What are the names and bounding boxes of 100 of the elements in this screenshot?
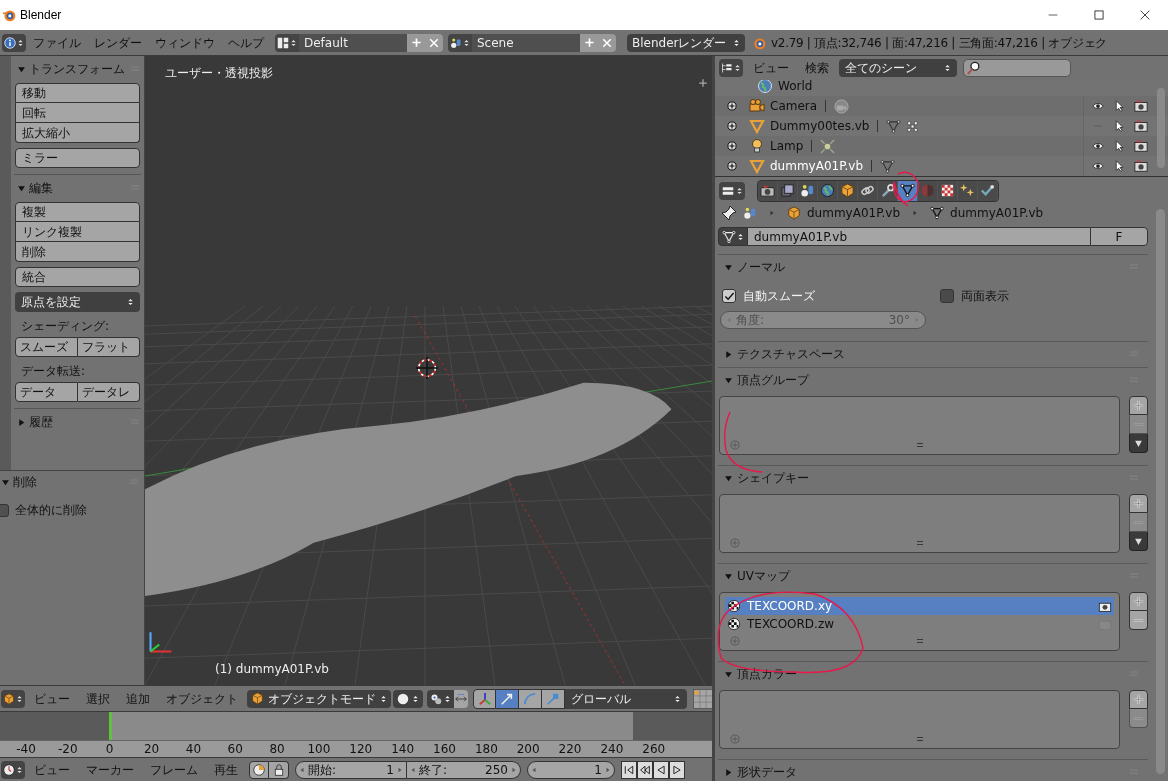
properties-tab[interactable] — [938, 180, 958, 201]
menu-item[interactable]: 追加 — [119, 689, 157, 708]
properties-tab[interactable] — [898, 180, 918, 201]
collapse-triangle-icon[interactable] — [17, 183, 26, 193]
tool-button[interactable]: データレ — [78, 382, 140, 402]
camera-icon[interactable] — [1134, 119, 1148, 133]
cursor-icon[interactable] — [1114, 120, 1126, 132]
datablock-name-field[interactable]: dummyA01P.vb — [748, 227, 1090, 246]
start-frame-field[interactable]: 開始: 1 — [295, 760, 407, 779]
menu-item[interactable]: ビュー — [27, 689, 77, 708]
collapse-triangle-icon[interactable] — [724, 375, 733, 385]
tool-button[interactable]: フラット — [78, 337, 140, 357]
panel-title[interactable]: 編集 — [29, 179, 53, 197]
add-button[interactable] — [1129, 494, 1148, 513]
properties-tab[interactable] — [978, 180, 998, 201]
shading-dropdown[interactable] — [393, 689, 423, 708]
collapse-triangle-icon[interactable] — [724, 571, 733, 581]
tool-button[interactable]: 複製 — [15, 202, 140, 222]
outliner-row[interactable]: Lamp — [715, 136, 1168, 156]
editor-type-button[interactable] — [719, 59, 743, 77]
cursor-icon[interactable] — [1114, 140, 1126, 152]
menu-button[interactable] — [1129, 434, 1148, 453]
panel-title[interactable]: シェイプキー — [737, 469, 809, 487]
tool-button[interactable]: 拡大縮小 — [15, 123, 140, 143]
scrollbar[interactable] — [1157, 88, 1165, 168]
manipulator-button[interactable] — [473, 688, 496, 709]
pivot-dropdown[interactable] — [427, 689, 454, 708]
manipulator-button[interactable] — [519, 688, 542, 709]
add-button[interactable] — [580, 33, 598, 52]
panel-title[interactable]: テクスチャスペース — [737, 345, 845, 363]
tool-button[interactable]: 統合 — [15, 267, 140, 287]
display-mode-dropdown[interactable]: 全てのシーン — [839, 59, 957, 77]
camera-icon[interactable] — [1134, 139, 1148, 153]
eye-icon[interactable] — [1090, 160, 1106, 172]
tool-button[interactable]: リンク複製 — [15, 222, 140, 242]
cursor-icon[interactable] — [1114, 100, 1126, 112]
editor-type-button[interactable] — [2, 33, 26, 52]
panel-title[interactable]: 頂点グループ — [737, 371, 809, 389]
remove-button[interactable] — [425, 33, 443, 52]
properties-tab[interactable] — [778, 180, 798, 201]
range-button[interactable] — [249, 760, 269, 779]
menu-item[interactable]: ビュー — [747, 59, 795, 77]
scrollbar[interactable] — [1156, 209, 1165, 774]
datablock-browse-button[interactable] — [718, 227, 748, 246]
tool-button[interactable]: ミラー — [15, 148, 140, 168]
menu-item[interactable]: ウィンドウ — [149, 33, 221, 52]
list-item[interactable]: TEXCOORD.zw — [725, 615, 1114, 633]
menu-item[interactable]: 再生 — [207, 760, 245, 779]
editor-type-button[interactable] — [1, 760, 25, 779]
tool-button[interactable]: データ — [15, 382, 78, 402]
remove-button[interactable] — [598, 33, 616, 52]
list-item[interactable]: TEXCOORD.xy — [725, 597, 1114, 615]
editor-type-button[interactable] — [719, 181, 745, 200]
manipulator-button[interactable] — [542, 688, 565, 709]
breadcrumb-item[interactable]: dummyA01P.vb — [950, 204, 1044, 222]
expand-triangle-icon[interactable] — [17, 417, 26, 427]
playback-button[interactable] — [637, 760, 653, 779]
current-frame-field[interactable]: 1 — [527, 760, 615, 779]
properties-tab[interactable] — [958, 180, 978, 201]
mode-dropdown[interactable]: オブジェクトモード — [247, 689, 391, 708]
layout-name-field[interactable]: Default — [299, 33, 407, 52]
orientation-dropdown[interactable]: グローバル — [565, 688, 687, 709]
camera-icon[interactable] — [1134, 99, 1148, 113]
search-field[interactable] — [963, 59, 1071, 77]
menu-item[interactable]: レンダー — [88, 33, 148, 52]
panel-title[interactable]: トランスフォーム — [29, 60, 125, 78]
playback-button[interactable] — [621, 760, 637, 779]
origin-dropdown[interactable]: 原点を設定 — [15, 292, 140, 312]
expand-triangle-icon[interactable] — [724, 349, 733, 359]
outliner-row[interactable]: Camera — [715, 96, 1168, 116]
menu-item[interactable]: オブジェクト — [159, 689, 245, 708]
playback-button[interactable] — [653, 760, 669, 779]
render-engine-dropdown[interactable]: Blenderレンダー — [627, 33, 745, 52]
fake-user-button[interactable]: F — [1090, 227, 1148, 246]
panel-title[interactable]: ノーマル — [737, 258, 785, 276]
editor-type-button[interactable] — [1, 689, 25, 708]
camera-icon[interactable] — [1134, 159, 1148, 173]
menu-item[interactable]: 検索 — [799, 59, 835, 77]
tool-button[interactable]: スムーズ — [15, 337, 78, 357]
properties-tab[interactable] — [818, 180, 838, 201]
add-button[interactable] — [407, 33, 425, 52]
add-button[interactable] — [1129, 690, 1148, 709]
properties-tab[interactable] — [858, 180, 878, 201]
checkbox[interactable] — [722, 289, 736, 303]
expand-triangle-icon[interactable] — [724, 767, 733, 777]
properties-tab[interactable] — [798, 180, 818, 201]
breadcrumb-item[interactable]: dummyA01P.vb — [807, 204, 901, 222]
collapse-triangle-icon[interactable] — [724, 473, 733, 483]
menu-button[interactable] — [1129, 532, 1148, 551]
menu-item[interactable]: マーカー — [79, 760, 141, 779]
collapse-triangle-icon[interactable] — [724, 262, 733, 272]
manipulator-button[interactable] — [496, 688, 519, 709]
panel-title[interactable]: 形状データ — [737, 763, 797, 781]
end-frame-field[interactable]: 終了: 250 — [407, 760, 521, 779]
snap-button[interactable] — [454, 689, 468, 708]
panel-title[interactable]: 削除 — [13, 473, 37, 491]
scene-name-field[interactable]: Scene — [472, 33, 580, 52]
lock-button[interactable] — [269, 760, 289, 779]
collapse-triangle-icon[interactable] — [724, 669, 733, 679]
menu-item[interactable]: ビュー — [27, 760, 77, 779]
